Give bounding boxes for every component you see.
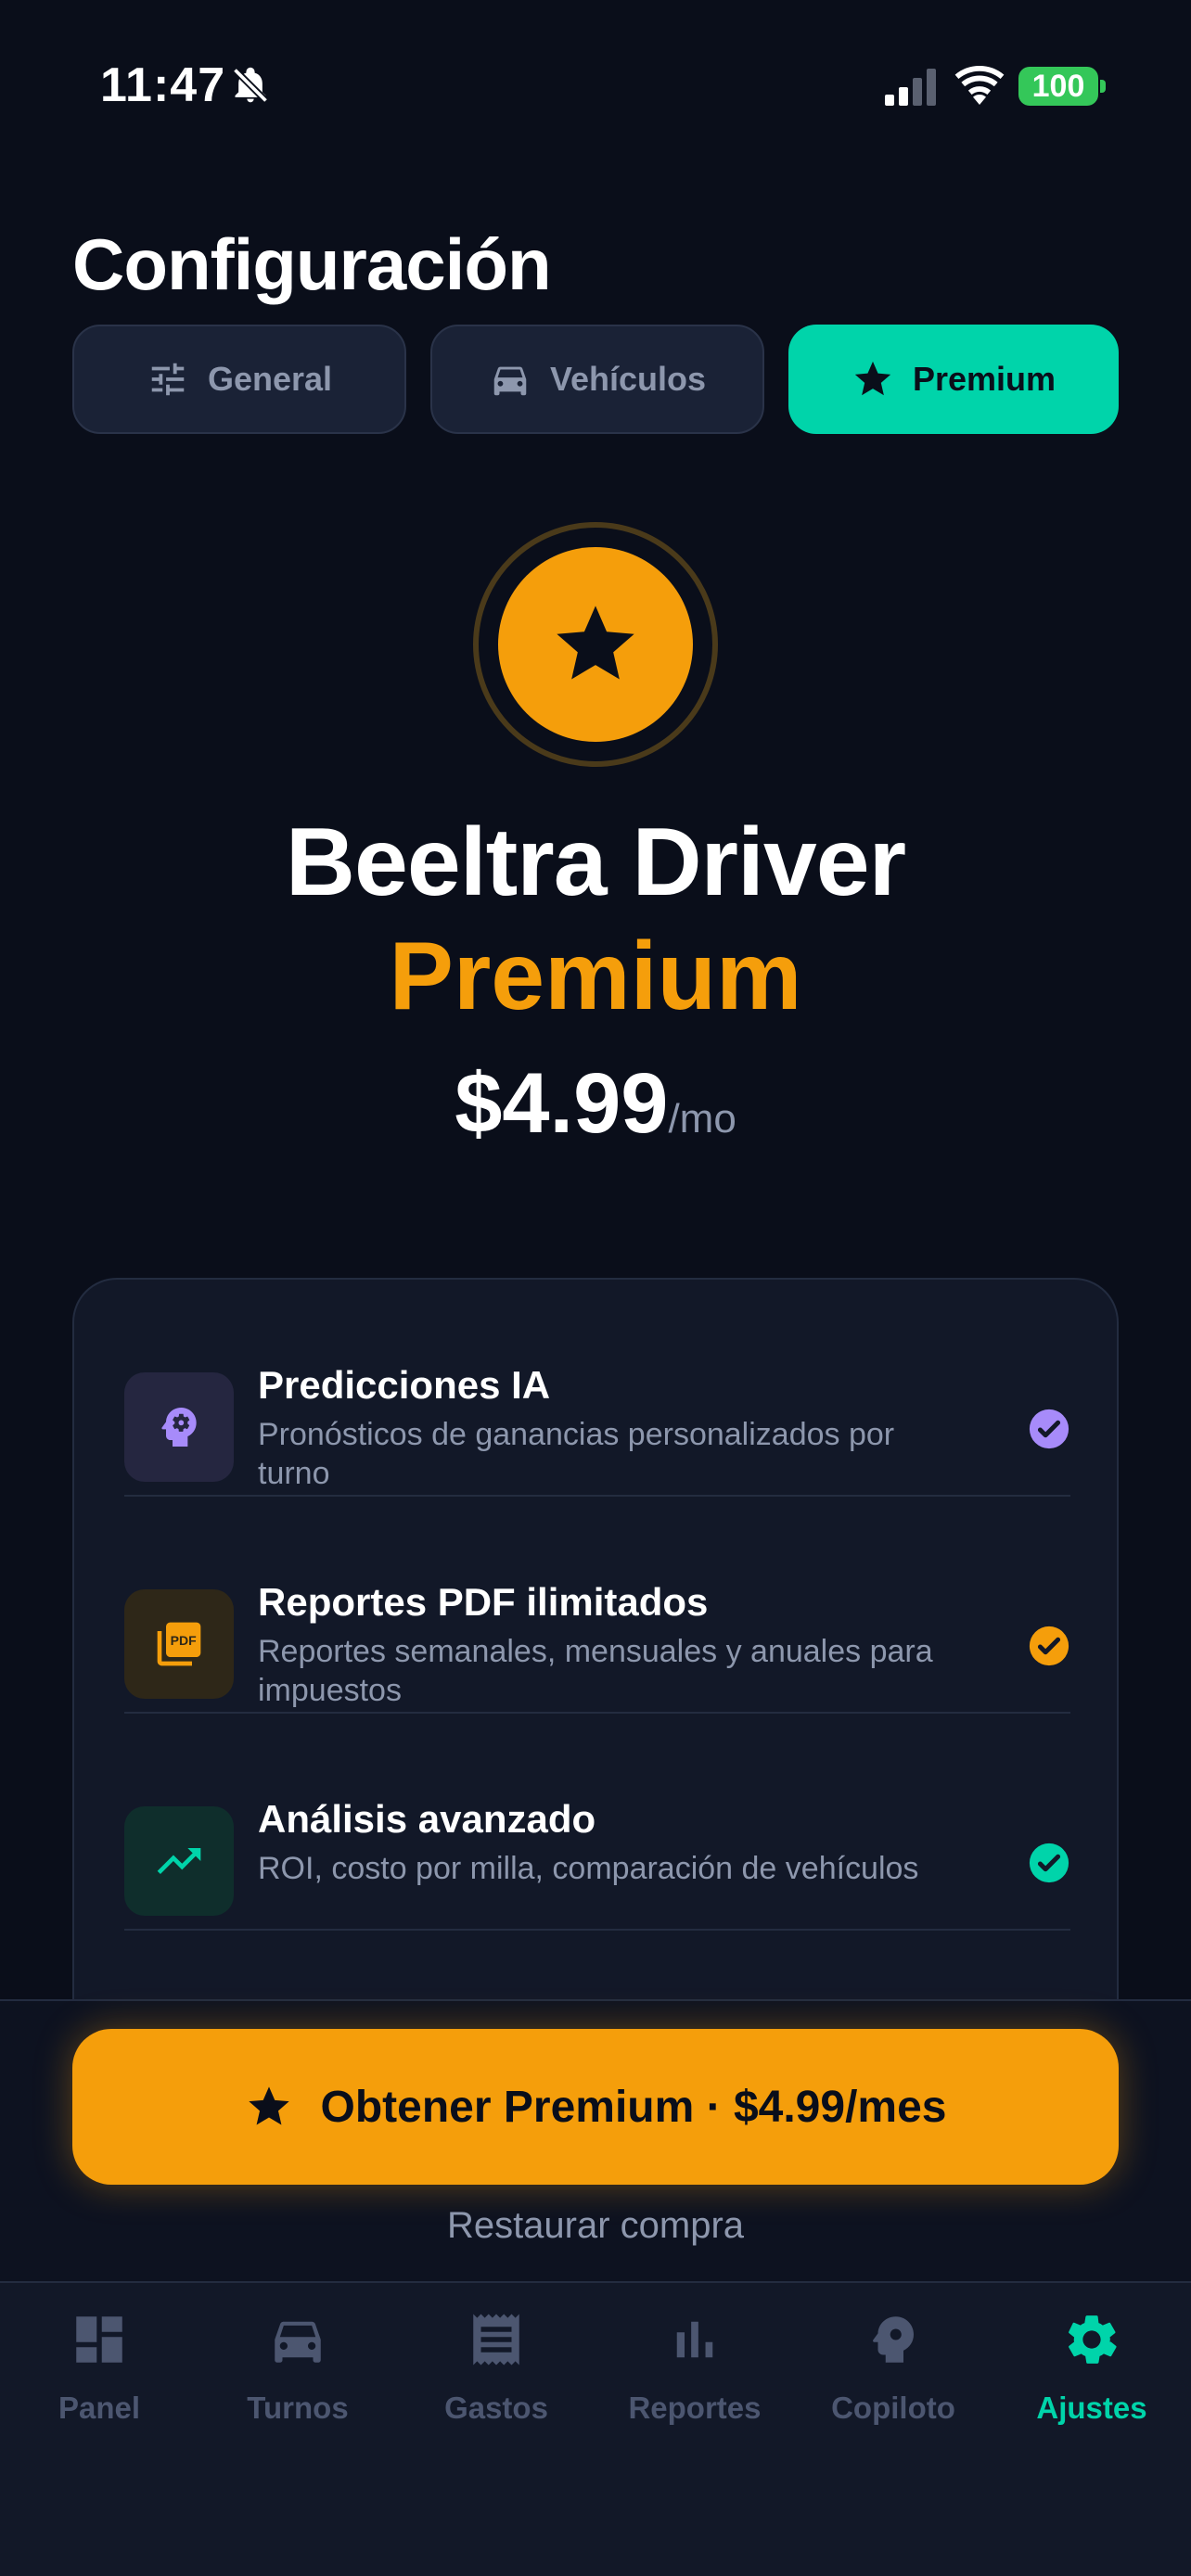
tab-vehicles-label: Vehículos [549, 360, 707, 398]
feature-icon-box [124, 1806, 234, 1916]
star-icon [854, 361, 891, 396]
price-period: /mo [668, 1096, 736, 1141]
battery-cap [1100, 80, 1106, 93]
price-amount: $4.99 [455, 1056, 669, 1151]
tab-vehicles[interactable]: Vehículos [430, 325, 764, 434]
feature-advanced-analytics: Análisis avanzado ROI, costo por milla, … [124, 1714, 1070, 1931]
feature-ai-predictions: Predicciones IA Pronósticos de ganancias… [124, 1280, 1070, 1497]
status-bar: 11:47 100 [0, 0, 1191, 176]
feature-description: ROI, costo por milla, comparación de veh… [258, 1851, 919, 1886]
nav-label: Turnos [247, 2391, 349, 2425]
settings-tabs: General Vehículos Premium [72, 325, 1119, 436]
bell-off-icon [232, 67, 269, 104]
brain-icon [873, 2316, 914, 2363]
star-icon [248, 2086, 289, 2125]
dashboard-icon [76, 2316, 122, 2363]
status-time: 11:47 [100, 58, 226, 112]
feature-title: Análisis avanzado [258, 1797, 596, 1841]
nav-item-ajustes[interactable]: Ajustes [992, 2309, 1191, 2426]
tab-general[interactable]: General [72, 325, 406, 434]
bar-chart-icon [676, 2321, 713, 2358]
price-row: $4.99/mo [0, 1055, 1191, 1153]
nav-label: Ajustes [1036, 2391, 1147, 2425]
sliders-icon [151, 363, 185, 396]
premium-badge-circle [498, 547, 693, 742]
page-title: Configuración [72, 223, 552, 305]
star-icon [557, 606, 634, 680]
nav-label: Gastos [444, 2391, 548, 2425]
gear-icon [1069, 2315, 1117, 2364]
brain-icon [161, 1408, 197, 1447]
trending-up-icon [157, 1848, 201, 1874]
check-circle-icon [1029, 1409, 1069, 1449]
nav-item-panel[interactable]: Panel [0, 2309, 198, 2426]
svg-text:PDF: PDF [171, 1633, 197, 1648]
check-circle-icon [1029, 1626, 1069, 1666]
tab-premium[interactable]: Premium [788, 325, 1119, 434]
nav-item-reportes[interactable]: Reportes [596, 2309, 794, 2426]
nav-label: Copiloto [831, 2391, 955, 2425]
car-icon [493, 366, 527, 396]
check-circle-icon [1029, 1843, 1069, 1883]
features-card: Predicciones IA Pronósticos de ganancias… [72, 1278, 1119, 2112]
settings-screen: 11:47 100 Configuración General Vehículo… [0, 0, 1191, 2576]
wifi-icon [954, 65, 1005, 105]
feature-pdf-reports: PDF Reportes PDF ilimitados Reportes sem… [124, 1497, 1070, 1714]
premium-badge [473, 522, 718, 767]
receipt-icon [473, 2314, 519, 2366]
feature-title: Reportes PDF ilimitados [258, 1580, 709, 1624]
tab-general-label: General [207, 360, 333, 398]
signal-icon [885, 69, 936, 106]
feature-icon-box [124, 1372, 234, 1482]
nav-label: Reportes [628, 2391, 762, 2425]
battery-indicator: 100 [1018, 67, 1098, 106]
product-title: Beeltra Driver [285, 809, 906, 916]
nav-item-turnos[interactable]: Turnos [198, 2309, 397, 2426]
feature-icon-box: PDF [124, 1589, 234, 1699]
nav-label: Panel [58, 2391, 141, 2425]
get-premium-label: Obtener Premium · $4.99/mes [320, 2082, 947, 2132]
purchase-area: Obtener Premium · $4.99/mes Restaurar co… [0, 1999, 1191, 2281]
nav-item-gastos[interactable]: Gastos [397, 2309, 596, 2426]
pdf-icon: PDF [157, 1622, 201, 1666]
nav-item-copiloto[interactable]: Copiloto [794, 2309, 992, 2426]
bottom-tab-bar: Panel Turnos Gastos Reportes Copiloto Aj… [0, 2281, 1191, 2576]
restore-purchase-link[interactable]: Restaurar compra [0, 2205, 1191, 2247]
car-icon [275, 2321, 321, 2363]
get-premium-button[interactable]: Obtener Premium · $4.99/mes [72, 2029, 1119, 2185]
tab-premium-label: Premium [912, 360, 1057, 398]
feature-description: Reportes semanales, mensuales y anuales … [258, 1634, 933, 1708]
product-subtitle: Premium [389, 923, 802, 1030]
feature-description: Pronósticos de ganancias personalizados … [258, 1417, 895, 1491]
feature-title: Predicciones IA [258, 1363, 551, 1407]
